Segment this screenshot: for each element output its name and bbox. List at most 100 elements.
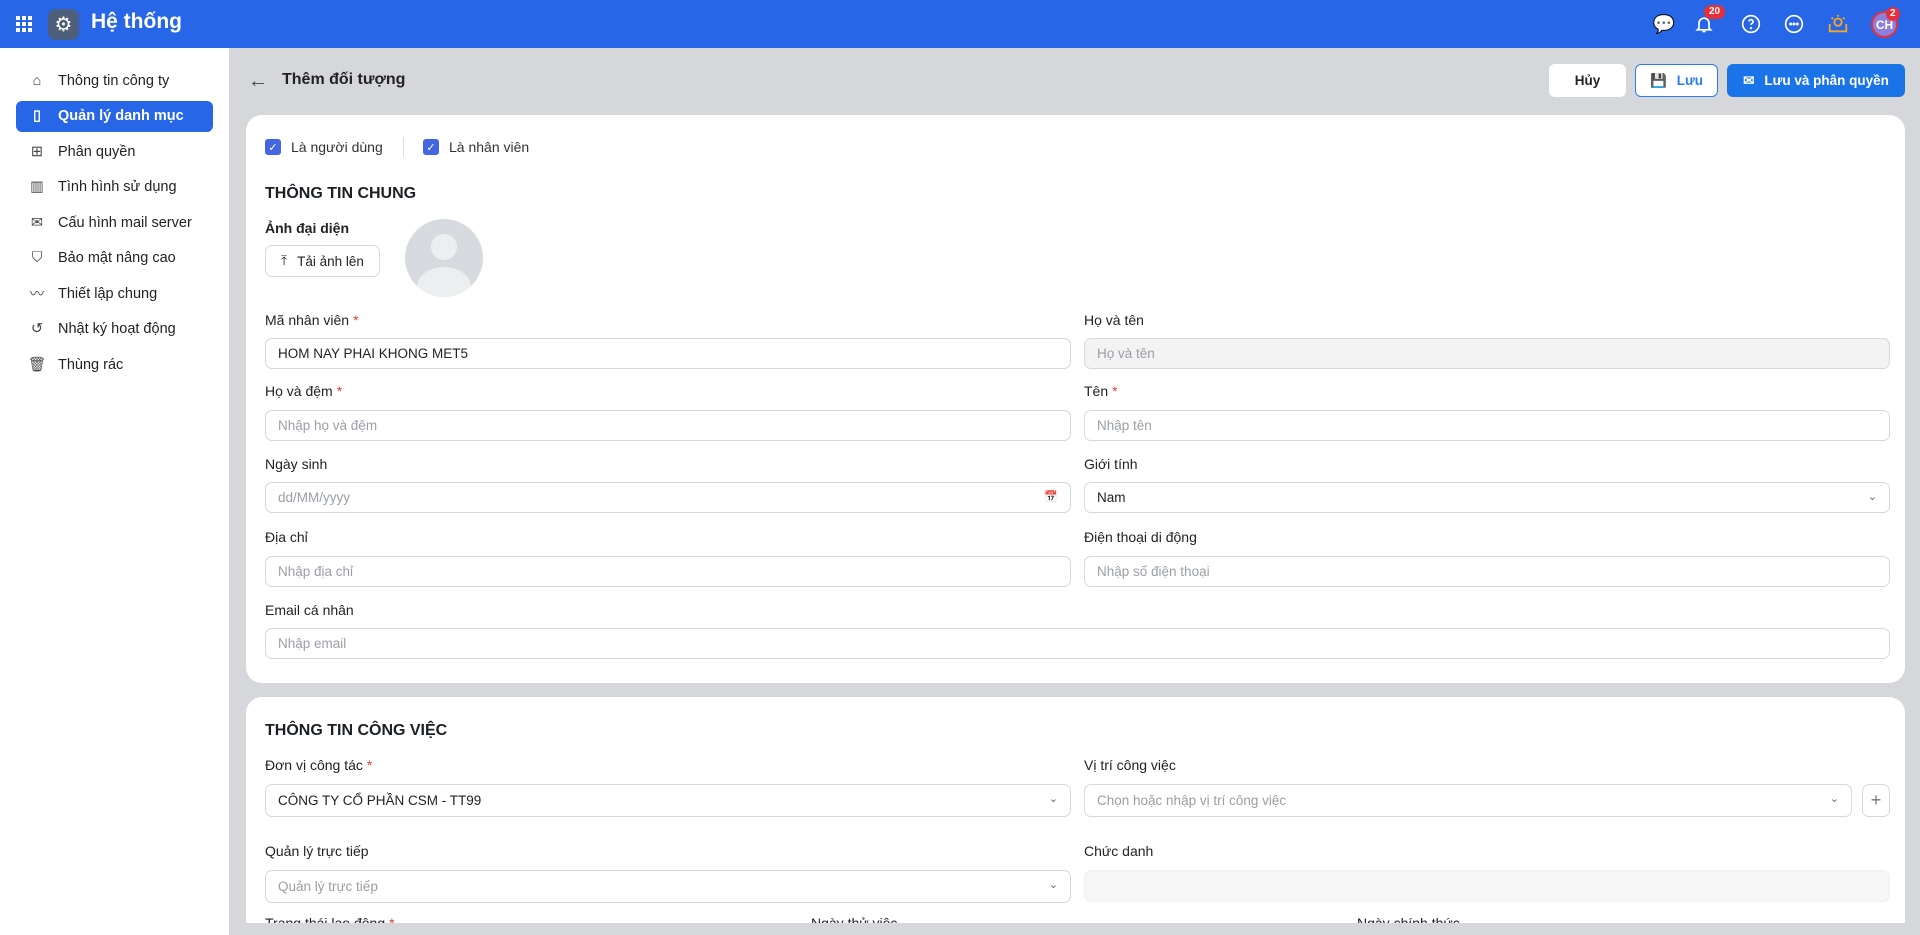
full-name-input: Họ và tên (1084, 338, 1890, 369)
page-title: Thêm đối tượng (282, 71, 406, 88)
probation-date-label: Ngày thử việc (811, 915, 898, 923)
first-name-input[interactable]: Nhập tên (1084, 410, 1890, 441)
avatar-label: Ảnh đại diện (265, 220, 349, 236)
sidebar: ⌂ Thông tin công ty ▯ Quản lý danh mục ⊞ Phân… (0, 48, 229, 935)
add-position-button[interactable]: + (1862, 784, 1890, 817)
cancel-button[interactable]: Hủy (1549, 64, 1626, 97)
save-button[interactable]: 💾 Lưu (1635, 64, 1718, 97)
sidebar-item[interactable]: 🗑 Thùng rác (16, 349, 213, 380)
email-label: Email cá nhân (265, 602, 354, 618)
avatar-badge: 2 (1886, 7, 1900, 21)
app-title: Hệ thống (91, 10, 182, 33)
top-header: ⚙ Hệ thống 💬 20 CH 2 (0, 0, 1920, 48)
chevron-down-icon: ⌄ (1829, 793, 1839, 805)
save-and-assign-button[interactable]: ✉ Lưu và phân quyền (1727, 64, 1905, 97)
sidebar-item-label: Thiết lập chung (58, 285, 158, 302)
more-icon[interactable] (1782, 12, 1806, 36)
save-label: Lưu (1676, 73, 1704, 88)
employment-status-label: Trạng thái lao động * (265, 915, 395, 923)
dob-input[interactable]: dd/MM/yyyy 📅 (265, 482, 1071, 513)
sidebar-item[interactable]: ⌂ Thông tin công ty (16, 65, 213, 96)
first-name-label: Tên * (1084, 383, 1118, 399)
sidebar-item-label: Nhật ký hoạt động (58, 321, 176, 337)
chevron-down-icon: ⌄ (1048, 879, 1058, 891)
job-title-input (1084, 870, 1890, 902)
chat-icon[interactable]: 💬 (1652, 12, 1676, 36)
sidebar-item-label: Cấu hình mail server (58, 214, 192, 231)
trash-icon: 🗑 (27, 357, 47, 373)
gear-icon: ⚙ (48, 9, 79, 40)
chevron-down-icon: ⌄ (1867, 491, 1877, 503)
is-employee-checkbox[interactable]: ✓ Là nhân viên (423, 139, 529, 155)
position-label: Vị trí công việc (1084, 757, 1176, 773)
section-heading: THÔNG TIN CHUNG (265, 185, 417, 202)
last-middle-input[interactable]: Nhập họ và đệm (265, 410, 1071, 441)
chevron-down-icon: ⌄ (1048, 793, 1058, 805)
upload-button[interactable]: ⤒ Tải ảnh lên (265, 245, 380, 277)
gender-select[interactable]: Nam ⌄ (1084, 482, 1890, 513)
sidebar-item-label: Thông tin công ty (58, 72, 170, 89)
apps-grid-icon[interactable] (16, 16, 32, 32)
work-info-card: THÔNG TIN CÔNG VIỆC Đơn vị công tác * CÔN… (246, 697, 1905, 923)
bar-chart-icon: ▥ (30, 179, 44, 195)
mail-icon: ✉ (30, 214, 44, 231)
calendar-icon[interactable]: 📅 (1044, 490, 1058, 503)
unit-value: CÔNG TY CỔ PHẦN CSM - TT99 (278, 793, 482, 808)
is-user-label: Là người dùng (291, 139, 383, 155)
address-input[interactable]: Nhập địa chỉ (265, 556, 1071, 587)
back-arrow-icon[interactable]: ← (248, 70, 268, 93)
sidebar-item[interactable]: ✉ Cấu hình mail server (16, 207, 213, 238)
unit-select[interactable]: CÔNG TY CỔ PHẦN CSM - TT99 ⌄ (265, 784, 1071, 817)
manager-placeholder: Quản lý trực tiếp (278, 879, 378, 894)
mail-send-icon: ✉ (1743, 72, 1755, 88)
employee-code-label: Mã nhân viên * (265, 312, 359, 328)
last-middle-label: Họ và đệm * (265, 383, 343, 399)
upload-icon: ⤒ (281, 253, 288, 268)
check-icon: ✓ (265, 139, 281, 155)
sidebar-item-label: Quản lý danh mục (58, 108, 184, 124)
position-select[interactable]: Chọn hoặc nhập vị trí công việc ⌄ (1084, 784, 1852, 817)
sidebar-item[interactable]: ▯ Quản lý danh mục (16, 100, 213, 132)
section-heading: THÔNG TIN CÔNG VIỆC (265, 722, 448, 739)
manager-label: Quản lý trực tiếp (265, 843, 369, 859)
official-date-label: Ngày chính thức (1357, 915, 1460, 923)
avatar-placeholder (405, 219, 483, 297)
notification-badge: 20 (1704, 5, 1726, 19)
gender-value: Nam (1097, 490, 1126, 505)
employee-code-input[interactable]: HOM NAY PHAI KHONG MET5 (265, 338, 1071, 369)
sidebar-item[interactable]: ▥ Tình hình sử dụng (16, 172, 213, 203)
save-and-assign-label: Lưu và phân quyền (1764, 73, 1889, 88)
save-icon: 💾 (1649, 72, 1667, 88)
sidebar-item[interactable]: ⊞ Phân quyền (16, 136, 213, 167)
dob-placeholder: dd/MM/yyyy (278, 490, 351, 505)
general-info-card: ✓ Là người dùng ✓ Là nhân viên THÔNG TIN C… (246, 115, 1905, 683)
sidebar-item-label: Thùng rác (58, 356, 124, 373)
full-name-label: Họ và tên (1084, 312, 1144, 328)
dob-label: Ngày sinh (265, 456, 328, 472)
sidebar-item[interactable]: ⛉ Bảo mật nâng cao (16, 243, 213, 274)
address-label: Địa chỉ (265, 529, 308, 545)
sidebar-item-label: Tình hình sử dụng (58, 179, 177, 195)
gender-label: Giới tính (1084, 456, 1138, 472)
position-placeholder: Chọn hoặc nhập vị trí công việc (1097, 793, 1287, 808)
is-user-checkbox[interactable]: ✓ Là người dùng (265, 139, 383, 155)
manager-select[interactable]: Quản lý trực tiếp ⌄ (265, 870, 1071, 903)
divider (403, 137, 404, 157)
history-icon: ↺ (30, 321, 44, 337)
sidebar-item-label: Bảo mật nâng cao (58, 250, 176, 266)
category-icon: ▯ (33, 108, 41, 124)
home-icon: ⌂ (32, 72, 42, 89)
email-input[interactable]: Nhập email (265, 628, 1890, 659)
sidebar-item-label: Phân quyền (58, 143, 136, 160)
is-employee-label: Là nhân viên (449, 139, 530, 155)
shield-icon: ⛉ (31, 250, 43, 266)
unit-label: Đơn vị công tác * (265, 757, 373, 773)
sidebar-item[interactable]: ↺ Nhật ký hoạt động (16, 314, 213, 345)
phone-input[interactable]: Nhập số điện thoại (1084, 556, 1890, 587)
grid-plus-icon: ⊞ (30, 143, 44, 160)
check-icon: ✓ (423, 139, 439, 155)
idea-book-icon[interactable] (1826, 12, 1850, 36)
upload-label: Tải ảnh lên (297, 253, 364, 269)
sidebar-item[interactable]: 〰 Thiết lập chung (16, 278, 213, 309)
help-icon[interactable] (1739, 12, 1763, 36)
